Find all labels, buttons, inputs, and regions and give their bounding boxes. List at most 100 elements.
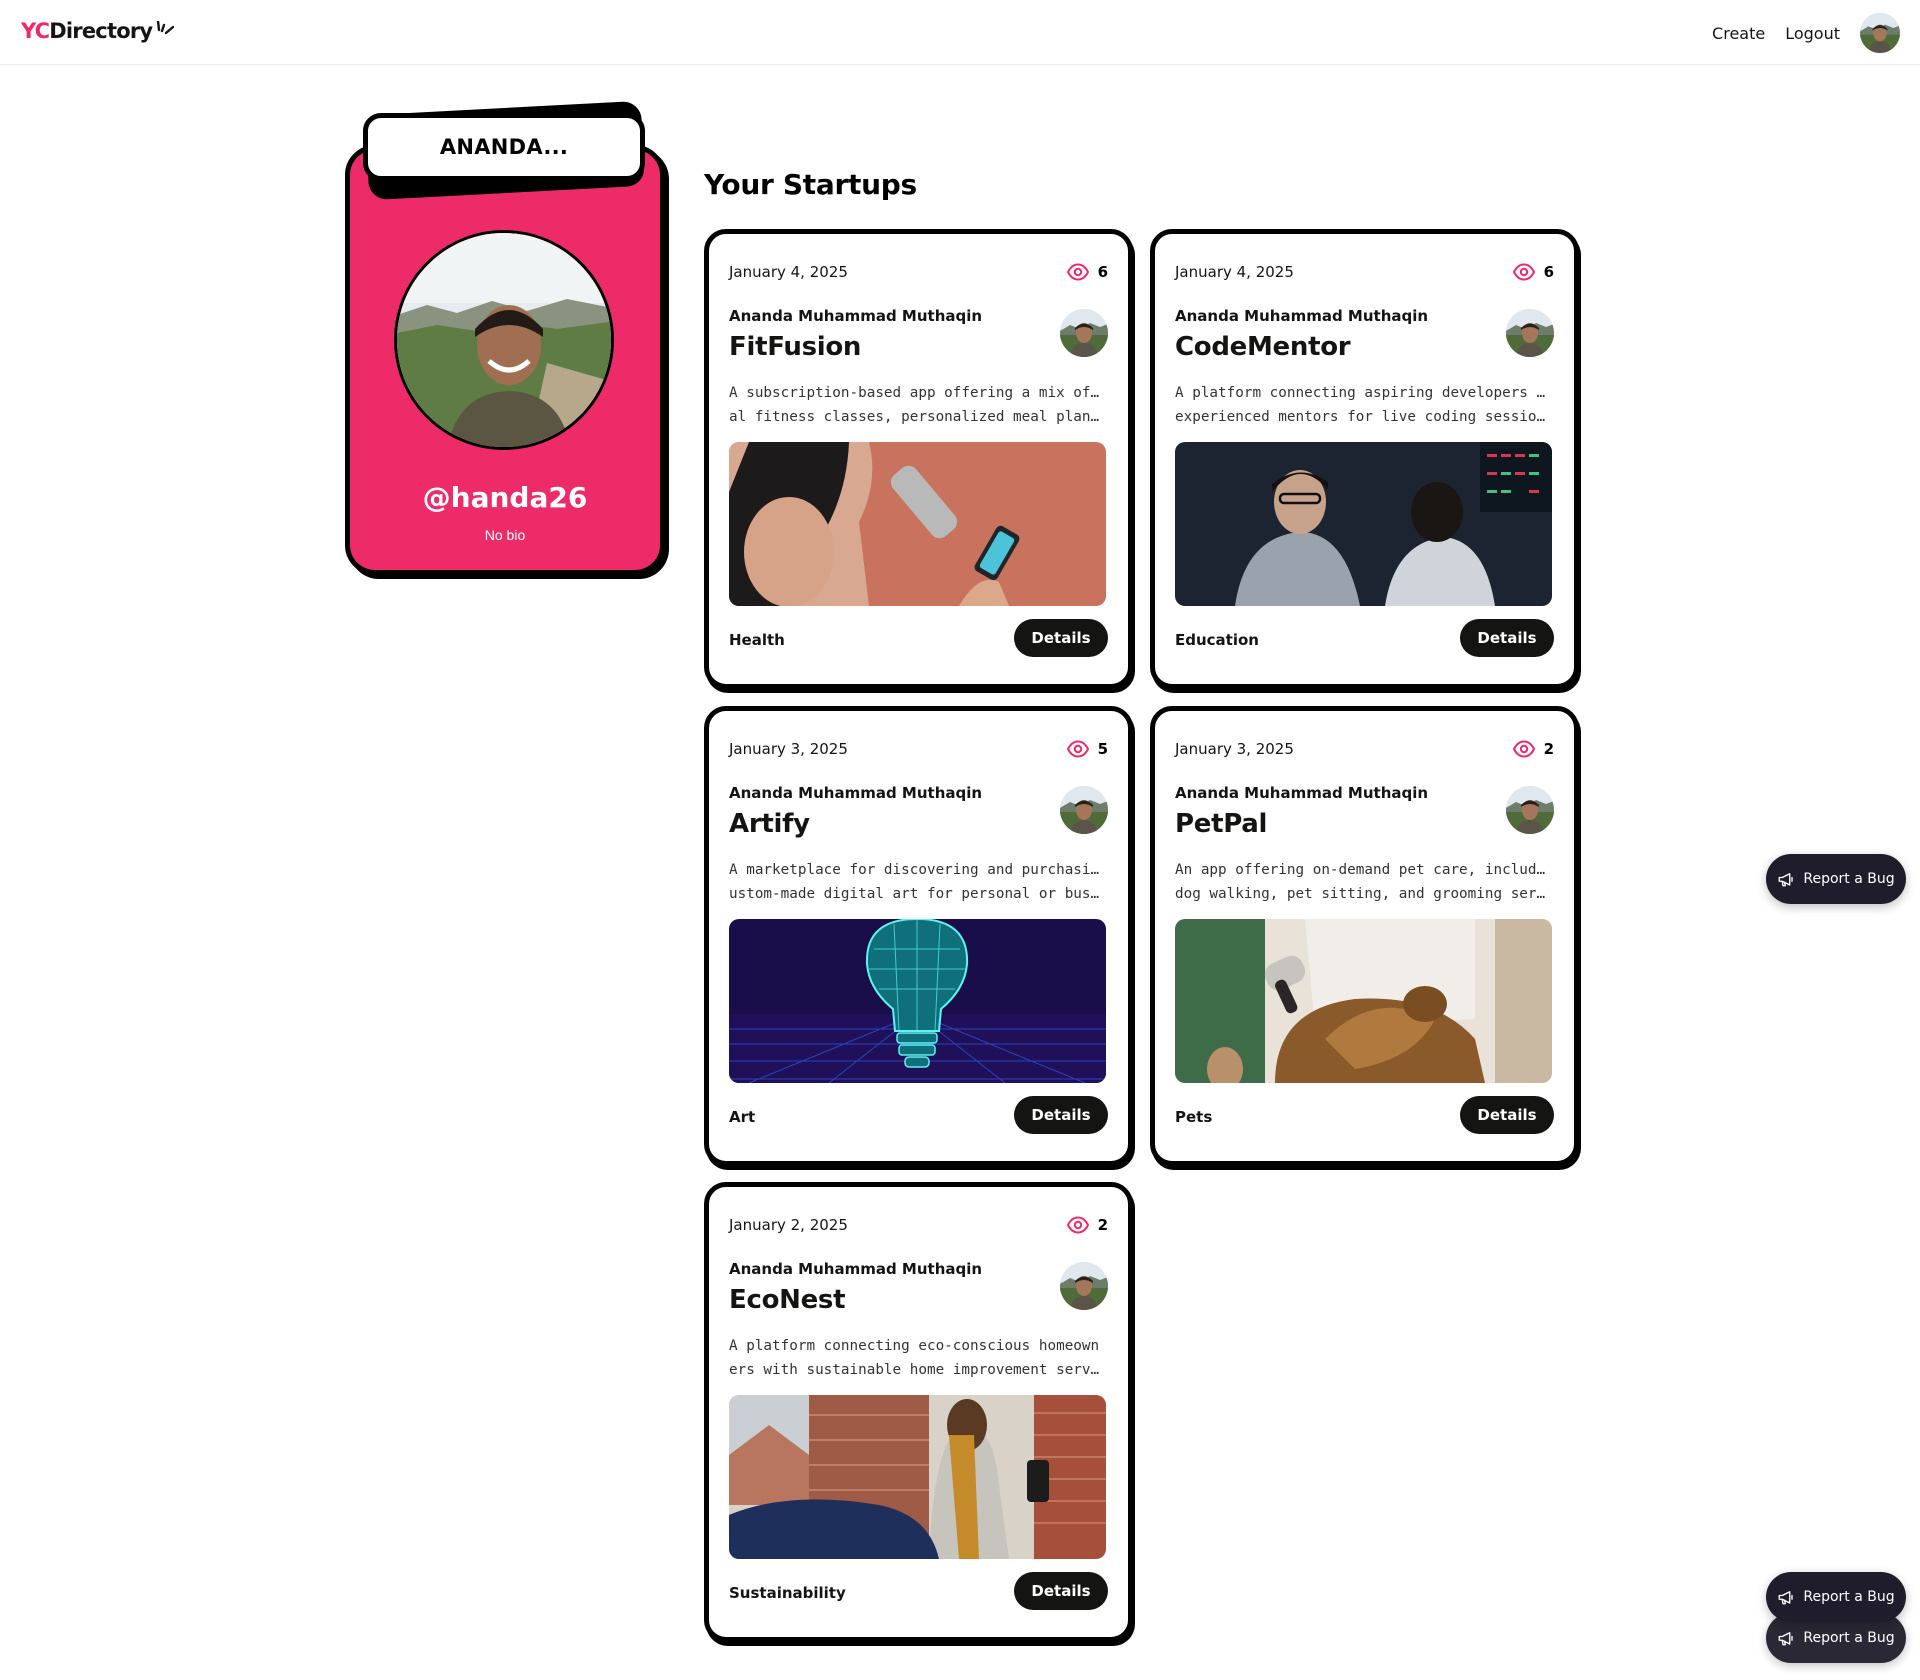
profile-name: ANANDA... xyxy=(439,135,569,159)
card-image[interactable] xyxy=(729,442,1106,606)
card-author[interactable]: Ananda Muhammad Muthaqin xyxy=(729,784,982,802)
card-description: A subscription-based app offering a mix … xyxy=(729,381,1106,429)
details-button[interactable]: Details xyxy=(1460,1096,1554,1134)
card-views: 2 xyxy=(1066,1213,1108,1237)
eye-icon xyxy=(1066,260,1090,284)
card-views: 5 xyxy=(1066,737,1108,761)
ev-charging-image-icon xyxy=(729,1395,1106,1559)
details-button[interactable]: Details xyxy=(1014,1096,1108,1134)
author-avatar[interactable] xyxy=(1060,1262,1108,1310)
card-description-line: A platform connecting eco-conscious home… xyxy=(729,1338,1100,1354)
eye-icon xyxy=(1512,737,1536,761)
avatar-photo-icon xyxy=(1060,1262,1108,1310)
card-title[interactable]: FitFusion xyxy=(729,332,861,362)
startup-card: January 2, 2025 2 Ananda Muhammad Muthaq… xyxy=(704,1182,1133,1642)
profile-photo xyxy=(394,230,614,450)
card-category[interactable]: Pets xyxy=(1175,1108,1212,1126)
logo-spark-icon xyxy=(157,21,175,35)
card-title[interactable]: Artify xyxy=(729,809,810,839)
card-category[interactable]: Art xyxy=(729,1108,755,1126)
startup-card: January 4, 2025 6 Ananda Muhammad Muthaq… xyxy=(704,229,1133,689)
create-link[interactable]: Create xyxy=(1712,24,1765,43)
report-bug-label: Report a Bug xyxy=(1803,871,1895,887)
card-author[interactable]: Ananda Muhammad Muthaqin xyxy=(729,1260,982,1278)
card-description-line: A subscription-based app offering a mix … xyxy=(729,385,1106,401)
fitness-image-icon xyxy=(729,442,1106,606)
card-description-line: A marketplace for discovering and purcha… xyxy=(729,862,1106,878)
views-count: 5 xyxy=(1097,740,1108,758)
logo[interactable]: YC Directory xyxy=(21,19,176,43)
profile-bio: No bio xyxy=(484,527,526,543)
card-views: 6 xyxy=(1512,260,1554,284)
avatar-photo-icon xyxy=(1506,309,1554,357)
details-button[interactable]: Details xyxy=(1014,1572,1108,1610)
pet-grooming-image-icon xyxy=(1175,919,1552,1083)
card-image[interactable] xyxy=(1175,919,1552,1083)
profile-handle: @handa26 xyxy=(422,481,588,514)
report-bug-label: Report a Bug xyxy=(1803,1589,1895,1605)
card-description-line: experienced mentors for live coding sess… xyxy=(1175,409,1552,425)
author-avatar[interactable] xyxy=(1060,786,1108,834)
card-image[interactable] xyxy=(729,919,1106,1083)
logo-yc: YC xyxy=(21,19,50,43)
avatar-photo-icon xyxy=(1506,786,1554,834)
author-avatar[interactable] xyxy=(1060,309,1108,357)
card-author[interactable]: Ananda Muhammad Muthaqin xyxy=(1175,307,1428,325)
author-avatar[interactable] xyxy=(1506,786,1554,834)
card-description-line: al fitness classes, personalized meal pl… xyxy=(729,409,1106,425)
avatar-photo-icon xyxy=(1860,13,1900,53)
logo-directory: Directory xyxy=(49,19,153,43)
eye-icon xyxy=(1066,1213,1090,1237)
eye-icon xyxy=(1066,737,1090,761)
startup-card: January 3, 2025 5 Ananda Muhammad Muthaq… xyxy=(704,706,1133,1166)
megaphone-icon xyxy=(1777,1629,1795,1647)
card-description: A marketplace for discovering and purcha… xyxy=(729,858,1106,906)
card-date: January 3, 2025 xyxy=(729,740,848,758)
megaphone-icon xyxy=(1777,870,1795,888)
megaphone-icon xyxy=(1777,1588,1795,1606)
card-date: January 4, 2025 xyxy=(729,263,848,281)
card-description: A platform connecting eco-conscious home… xyxy=(729,1334,1106,1382)
card-author[interactable]: Ananda Muhammad Muthaqin xyxy=(1175,784,1428,802)
card-description-line: A platform connecting aspiring developer… xyxy=(1175,385,1552,401)
profile-name-box: ANANDA... xyxy=(363,113,645,181)
card-views: 2 xyxy=(1512,737,1554,761)
logout-link[interactable]: Logout xyxy=(1785,24,1840,43)
card-description: An app offering on-demand pet care, incl… xyxy=(1175,858,1552,906)
card-description: A platform connecting aspiring developer… xyxy=(1175,381,1552,429)
card-description-line: ers with sustainable home improvement se… xyxy=(729,1362,1106,1378)
views-count: 2 xyxy=(1097,1216,1108,1234)
report-bug-button[interactable]: Report a Bug xyxy=(1766,1572,1906,1622)
details-button[interactable]: Details xyxy=(1460,619,1554,657)
card-category[interactable]: Health xyxy=(729,631,785,649)
avatar-photo-icon xyxy=(1060,309,1108,357)
card-title[interactable]: EcoNest xyxy=(729,1285,846,1315)
nav-actions: Create Logout xyxy=(1712,13,1900,53)
card-date: January 4, 2025 xyxy=(1175,263,1294,281)
card-title[interactable]: PetPal xyxy=(1175,809,1267,839)
card-image[interactable] xyxy=(729,1395,1106,1559)
author-avatar[interactable] xyxy=(1506,309,1554,357)
mentoring-image-icon xyxy=(1175,442,1552,606)
lightbulb-image-icon xyxy=(729,919,1106,1083)
card-category[interactable]: Education xyxy=(1175,631,1259,649)
profile-photo-image-icon xyxy=(397,233,611,447)
details-button[interactable]: Details xyxy=(1014,619,1108,657)
startup-card: January 3, 2025 2 Ananda Muhammad Muthaq… xyxy=(1150,706,1579,1166)
card-author[interactable]: Ananda Muhammad Muthaqin xyxy=(729,307,982,325)
navbar: YC Directory Create Logout xyxy=(0,0,1920,65)
avatar-photo-icon xyxy=(1060,786,1108,834)
card-title[interactable]: CodeMentor xyxy=(1175,332,1351,362)
card-date: January 3, 2025 xyxy=(1175,740,1294,758)
card-image[interactable] xyxy=(1175,442,1552,606)
report-bug-label: Report a Bug xyxy=(1803,1630,1895,1646)
section-title: Your Startups xyxy=(704,168,917,201)
card-description-line: dog walking, pet sitting, and grooming s… xyxy=(1175,886,1552,902)
views-count: 2 xyxy=(1543,740,1554,758)
card-description-line: An app offering on-demand pet care, incl… xyxy=(1175,862,1552,878)
report-bug-button[interactable]: Report a Bug xyxy=(1766,854,1906,904)
card-views: 6 xyxy=(1066,260,1108,284)
card-date: January 2, 2025 xyxy=(729,1216,848,1234)
card-category[interactable]: Sustainability xyxy=(729,1584,846,1602)
user-avatar[interactable] xyxy=(1860,13,1900,53)
